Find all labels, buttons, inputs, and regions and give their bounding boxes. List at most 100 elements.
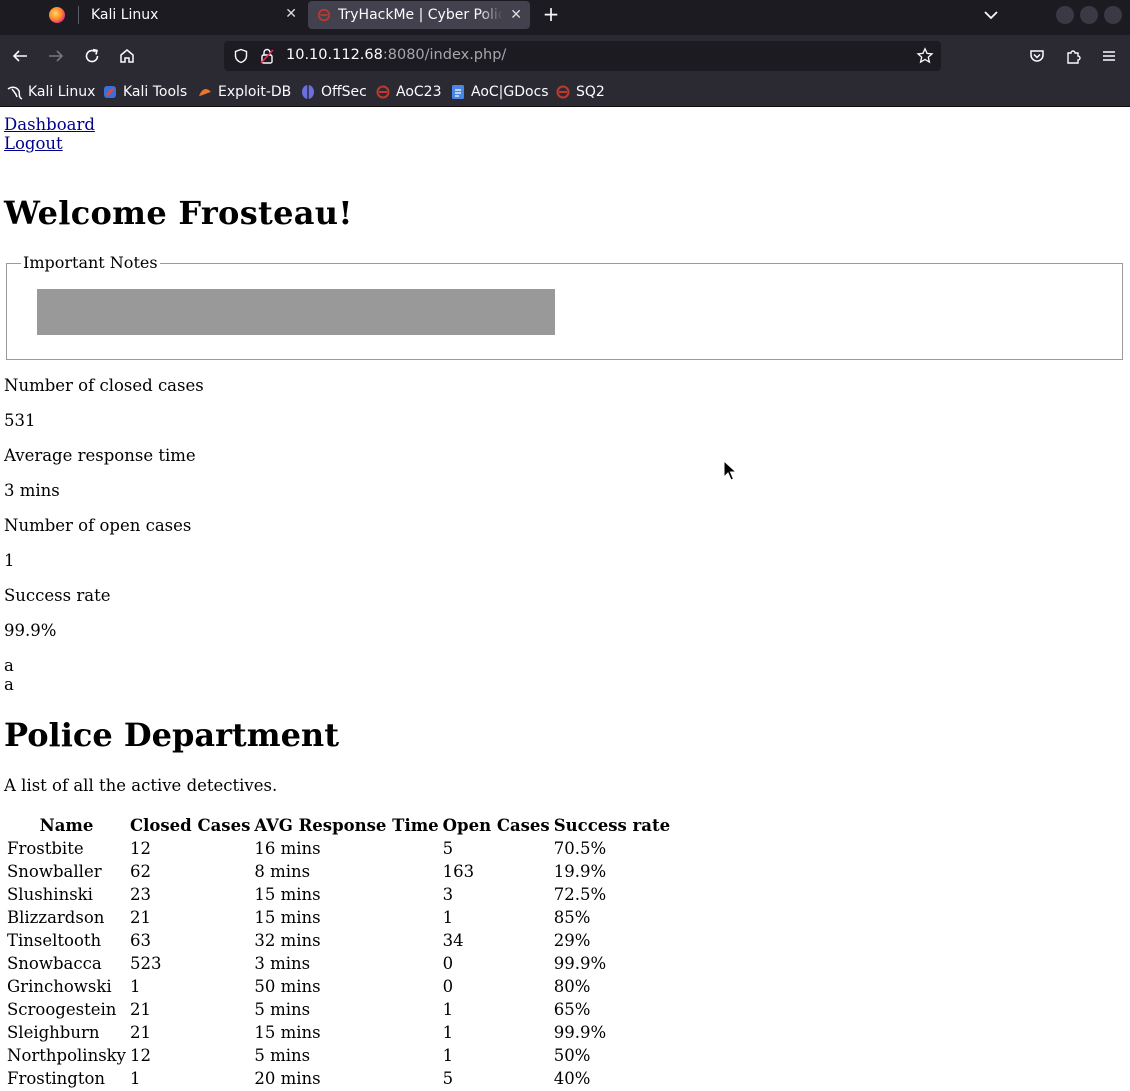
table-cell: 523 (129, 954, 162, 973)
table-body: Frostbite 12 16 mins 5 70.5% Snowballer 62 8 mi… (6, 838, 671, 1089)
table-cell: 21 (129, 908, 151, 927)
table-cell: Frostington (7, 1069, 106, 1088)
bookmark-label: Exploit-DB (218, 84, 292, 100)
table-cell: 5 mins (254, 1000, 311, 1019)
table-cell: Scroogestein (7, 1000, 117, 1019)
table-cell: Snowbacca (7, 954, 102, 973)
firefox-view-button[interactable] (36, 0, 78, 30)
close-tab-icon[interactable]: ✕ (510, 7, 522, 23)
column-header: Name (39, 816, 94, 835)
bookmarks-toolbar: Kali Linux Kali Tools Exploit-DB OffSec … (0, 77, 1130, 107)
kali-tools-icon (102, 84, 118, 100)
table-cell: 40% (553, 1069, 591, 1088)
column-header: Open Cases (442, 816, 550, 835)
table-cell: 85% (553, 908, 591, 927)
new-tab-button[interactable]: + (540, 3, 562, 25)
url-path: :8080/index.php/ (382, 47, 507, 63)
table-row: Blizzardson 21 15 mins 1 85% (6, 907, 671, 928)
bookmark-offsec[interactable]: OffSec (300, 82, 367, 102)
home-icon (120, 49, 134, 63)
app-menu-button[interactable] (1098, 45, 1120, 67)
kali-dragon-icon (7, 84, 23, 100)
table-cell: 12 (129, 839, 151, 858)
table-cell: 1 (129, 977, 141, 996)
table-cell: 12 (129, 1046, 151, 1065)
table-cell: Snowballer (7, 862, 102, 881)
bookmark-label: OffSec (321, 84, 367, 100)
table-row: Snowbacca 523 3 mins 0 99.9% (6, 953, 671, 974)
minimize-window-button[interactable] (1056, 6, 1074, 24)
tab-tryhackme[interactable]: TryHackMe | Cyber Police ✕ (308, 1, 530, 29)
table-row: Northpolinsky 12 5 mins 1 50% (6, 1045, 671, 1066)
bookmark-aoc-gdocs[interactable]: AoC|GDocs (450, 82, 549, 102)
mouse-pointer-icon (723, 460, 737, 481)
table-cell: 0 (442, 954, 454, 973)
maximize-window-button[interactable] (1080, 6, 1098, 24)
dashboard-link[interactable]: Dashboard (4, 115, 95, 134)
table-row: Tinseltooth 63 32 mins 34 29% (6, 930, 671, 951)
table-cell: 80% (553, 977, 591, 996)
stray-text: a (4, 675, 14, 694)
close-tab-icon[interactable]: ✕ (285, 6, 297, 22)
gdocs-icon (450, 84, 466, 100)
sq2-icon (555, 84, 571, 100)
bookmark-label: Kali Tools (123, 84, 188, 100)
tab-title: TryHackMe | Cyber Police (338, 7, 503, 23)
success-rate-label: Success rate (4, 586, 111, 605)
table-cell: 1 (442, 1023, 454, 1042)
puzzle-piece-icon (1067, 50, 1081, 64)
reload-button[interactable] (81, 45, 103, 67)
offsec-icon (300, 84, 316, 100)
table-cell: 21 (129, 1023, 151, 1042)
table-row: Grinchowski 1 50 mins 0 80% (6, 976, 671, 997)
table-cell: 15 mins (254, 885, 321, 904)
close-window-button[interactable] (1104, 6, 1122, 24)
web-page: Dashboard Logout Welcome Frosteau! Impor… (0, 108, 1130, 1088)
bookmark-aoc23[interactable]: AoC23 (375, 82, 442, 102)
bookmark-sq2[interactable]: SQ2 (555, 82, 605, 102)
table-header-row: Name Closed Cases AVG Response Time Open… (6, 815, 671, 836)
table-cell: 29% (553, 931, 591, 950)
list-all-tabs-chevron-icon[interactable] (982, 6, 1000, 24)
table-cell: 65% (553, 1000, 591, 1019)
forward-button[interactable] (45, 45, 67, 67)
table-row: Scroogestein 21 5 mins 1 65% (6, 999, 671, 1020)
table-cell: 34 (442, 931, 464, 950)
tracking-protection-shield-icon[interactable] (233, 48, 249, 64)
table-cell: 5 (442, 1069, 454, 1088)
logout-link[interactable]: Logout (4, 134, 95, 153)
table-cell: 0 (442, 977, 454, 996)
table-cell: 63 (129, 931, 151, 950)
table-cell: Grinchowski (7, 977, 112, 996)
table-cell: 70.5% (553, 839, 607, 858)
table-cell: 15 mins (254, 1023, 321, 1042)
address-bar[interactable]: 10.10.112.68:8080/index.php/ (224, 41, 941, 71)
bookmark-label: Kali Linux (28, 84, 96, 100)
bookmark-star-icon[interactable] (916, 47, 934, 65)
url-text[interactable]: 10.10.112.68:8080/index.php/ (286, 47, 506, 63)
navigation-toolbar: 10.10.112.68:8080/index.php/ (0, 35, 1130, 77)
table-row: Frostbite 12 16 mins 5 70.5% (6, 838, 671, 859)
table-cell: 5 (442, 839, 454, 858)
table-cell: 163 (442, 862, 475, 881)
bookmark-label: AoC|GDocs (471, 84, 549, 100)
table-cell: Northpolinsky (7, 1046, 126, 1065)
back-button[interactable] (9, 45, 31, 67)
table-cell: 20 mins (254, 1069, 321, 1088)
insecure-lock-icon[interactable] (259, 47, 275, 65)
table-cell: 1 (442, 908, 454, 927)
pocket-button[interactable] (1026, 45, 1048, 67)
table-cell: 32 mins (254, 931, 321, 950)
bookmark-label: SQ2 (576, 84, 605, 100)
bookmark-kali-tools[interactable]: Kali Tools (102, 82, 187, 102)
bookmark-exploit-db[interactable]: Exploit-DB (197, 82, 291, 102)
forward-arrow-icon (49, 50, 64, 62)
table-cell: 62 (129, 862, 151, 881)
table-cell: 72.5% (553, 885, 607, 904)
extensions-button[interactable] (1062, 45, 1084, 67)
home-button[interactable] (116, 45, 138, 67)
redacted-notes-box (37, 289, 555, 335)
table-cell: 5 mins (254, 1046, 311, 1065)
tab-kali-linux[interactable]: Kali Linux ✕ (79, 0, 305, 30)
bookmark-kali-linux[interactable]: Kali Linux (7, 82, 95, 102)
